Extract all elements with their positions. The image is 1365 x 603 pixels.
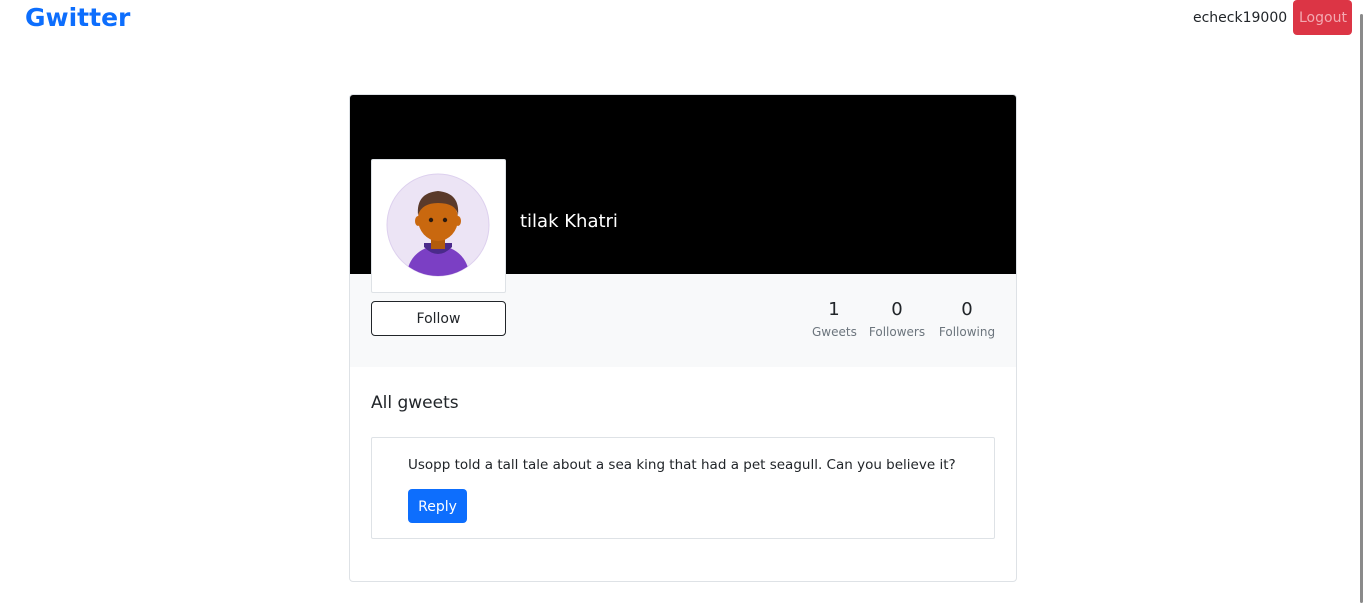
scrollbar[interactable]	[1357, 0, 1365, 603]
follow-button[interactable]: Follow	[371, 301, 506, 336]
stat-following: 0 Following	[937, 298, 997, 340]
navbar: Gwitter echeck19000 Logout	[0, 0, 1365, 36]
stat-followers-value: 0	[891, 299, 903, 320]
stat-followers-label: Followers	[868, 325, 926, 339]
stat-gweets-label: Gweets	[812, 325, 857, 339]
brand-logo[interactable]: Gwitter	[25, 2, 130, 34]
stat-followers: 0 Followers	[868, 298, 926, 340]
stat-following-label: Following	[938, 325, 996, 339]
profile-name: tilak Khatri	[520, 211, 618, 232]
avatar	[371, 159, 506, 293]
person-avatar-icon	[386, 173, 490, 277]
scrollbar-thumb[interactable]	[1360, 14, 1363, 603]
reply-button[interactable]: Reply	[408, 489, 467, 523]
gweet-item: Usopp told a tall tale about a sea king …	[371, 437, 995, 539]
stat-following-value: 0	[961, 299, 973, 320]
gweet-text: Usopp told a tall tale about a sea king …	[408, 457, 956, 473]
stat-gweets: 1 Gweets	[812, 298, 857, 340]
profile-card: tilak Khatri Follow 1 Gweets 0 Followers…	[349, 94, 1017, 582]
current-username: echeck19000	[1193, 10, 1288, 26]
section-title: All gweets	[371, 393, 459, 413]
stat-gweets-value: 1	[828, 299, 840, 320]
logout-button[interactable]: Logout	[1293, 0, 1352, 35]
